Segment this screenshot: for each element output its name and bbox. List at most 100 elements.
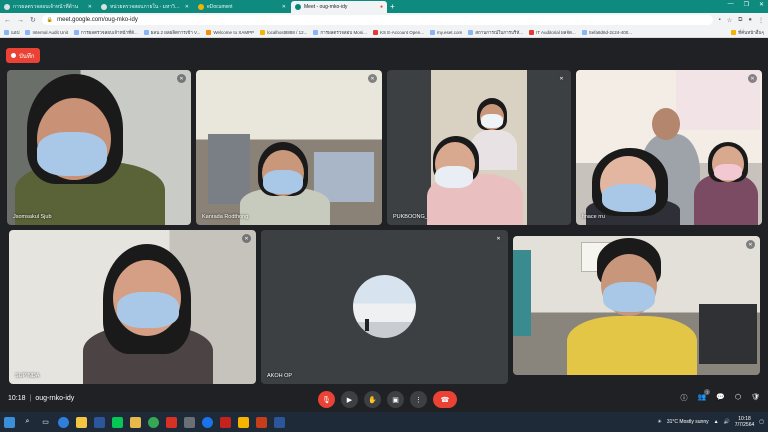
new-tab-icon[interactable]: +	[390, 1, 395, 13]
mic-muted-icon: ✕	[494, 234, 503, 243]
close-icon[interactable]: ●	[380, 4, 383, 10]
folder-icon	[731, 29, 737, 35]
line-icon[interactable]	[112, 416, 123, 428]
meet-stage: บันทึก ✕ Jsomsakul Sjub ✕ Kanrada Rodtho…	[0, 39, 768, 412]
participant-tile[interactable]: ✕ finace rru	[576, 70, 762, 225]
host-controls-icon[interactable]: 🛡	[751, 393, 760, 403]
camera-icon[interactable]: ▪	[719, 17, 721, 23]
app-icon[interactable]	[238, 416, 249, 428]
more-options-icon[interactable]: ⋮	[410, 391, 427, 408]
browser-tab[interactable]: การผลตรวจสอบเจ้าหน้าที่ด้าน ✕	[0, 1, 96, 13]
browser-tab-bar: การผลตรวจสอบเจ้าหน้าที่ด้าน ✕ หน่วยตรวจสอ…	[0, 0, 768, 13]
bookmark-label: KS E-Account Open...	[380, 29, 425, 35]
powerpoint-icon[interactable]	[256, 416, 267, 428]
tab-title: Meet - oug-rnko-idy	[304, 4, 348, 10]
task-view-icon[interactable]: ▭	[40, 417, 51, 428]
maximize-icon[interactable]: ❐	[744, 1, 749, 8]
volume-icon[interactable]: 🔊	[724, 419, 730, 425]
mic-muted-icon: ✕	[746, 240, 755, 249]
bookmark-icon	[373, 29, 378, 35]
notifications-icon[interactable]: ▢	[759, 419, 764, 425]
file-explorer-icon[interactable]	[76, 416, 87, 428]
participant-avatar	[353, 275, 416, 338]
bookmark-item[interactable]: แอป	[4, 29, 19, 36]
windows-start-icon[interactable]	[4, 416, 15, 428]
store-icon[interactable]	[94, 416, 105, 428]
word-icon[interactable]	[274, 416, 285, 428]
chat-icon[interactable]: 💬	[716, 393, 725, 403]
participant-tile[interactable]: ✕ Jsomsakul Sjub	[7, 70, 191, 225]
activities-icon[interactable]: ⬡	[735, 393, 741, 403]
app-icon[interactable]	[220, 416, 231, 428]
browser-tab-active[interactable]: Meet - oug-rnko-idy ●	[291, 1, 387, 13]
participant-tile[interactable]: ✕	[513, 236, 760, 375]
bookmark-item[interactable]: my.eset.com	[430, 29, 462, 35]
bookmark-item[interactable]: การผลตรวจสอบ Moni...	[313, 29, 367, 36]
reload-icon[interactable]: ↻	[30, 16, 36, 24]
bookmarks-bar: แอป Internal Audit Unit การผลตรวจสอบเจ้า…	[0, 27, 768, 38]
tab-favicon-icon	[4, 4, 10, 10]
other-bookmarks[interactable]: ที่คั่นหน้าอื่นๆ	[731, 29, 764, 36]
bookmark-icon	[143, 29, 149, 35]
bookmark-item[interactable]: ผลน 2 ผลผลิตการเข้า V...	[143, 29, 200, 36]
record-button[interactable]: บันทึก	[6, 48, 40, 63]
meeting-code: oug-rnko-idy	[35, 395, 75, 402]
tab-favicon-icon	[101, 4, 107, 10]
app-icon[interactable]	[166, 416, 177, 428]
forward-icon[interactable]: →	[17, 17, 24, 24]
window-close-icon[interactable]: ✕	[759, 1, 764, 8]
present-icon[interactable]: ▣	[387, 391, 404, 408]
mic-off-icon[interactable]: 🎙	[318, 391, 335, 408]
camera-icon[interactable]: ▶	[341, 391, 358, 408]
close-icon[interactable]: ✕	[185, 4, 189, 10]
end-call-icon[interactable]: ☎	[433, 391, 457, 408]
profile-icon[interactable]: ●	[748, 17, 752, 23]
participant-tile[interactable]: ✕ PUKBOONG_	[387, 70, 571, 225]
folder-icon[interactable]	[130, 416, 141, 428]
bookmark-label: การผลตรวจสอบ Moni...	[320, 29, 367, 35]
back-icon[interactable]: ←	[4, 17, 11, 24]
meet-favicon-icon	[295, 4, 301, 10]
bookmark-item[interactable]: IT Auditorial ผลจัด...	[529, 29, 576, 36]
raise-hand-icon[interactable]: ✋	[364, 391, 381, 408]
participant-name: SUPINDA	[15, 373, 40, 379]
participant-video	[7, 70, 191, 225]
bookmark-icon	[468, 29, 474, 35]
bookmark-icon	[25, 29, 31, 35]
mic-muted-icon: ✕	[242, 234, 251, 243]
bookmark-item[interactable]: Internal Audit Unit	[25, 29, 68, 35]
bookmark-item[interactable]: localhost8888 / 12...	[260, 29, 307, 35]
star-icon[interactable]: ☆	[727, 17, 732, 24]
browser-tab[interactable]: eDocument ✕	[194, 1, 290, 13]
bookmark-item[interactable]: Welcome to XAMPP	[206, 29, 254, 35]
edge-icon[interactable]	[58, 416, 69, 428]
bookmark-item[interactable]: Sefa8d6d-2c24-400...	[581, 29, 632, 35]
url-input[interactable]: 🔒 meet.google.com/oug-mko-idy	[41, 15, 713, 25]
close-icon[interactable]: ✕	[88, 4, 92, 10]
taskbar-clock[interactable]: 10:18 7/7/2564	[735, 416, 754, 428]
bookmark-icon	[260, 29, 266, 35]
meeting-time: 10:18	[8, 395, 26, 402]
browser-tab[interactable]: หน่วยตรวจสอบภายใน - มหาวิทยาลัย✕	[97, 1, 193, 13]
bookmark-item[interactable]: สถานการณ์ในการบริหั...	[468, 29, 523, 36]
bookmark-item[interactable]: KS E-Account Open...	[373, 29, 425, 35]
bookmark-item[interactable]: การผลตรวจสอบเจ้าหน้าที่ด้...	[74, 29, 138, 36]
search-icon[interactable]: ⌕	[22, 417, 33, 428]
app-icon[interactable]	[184, 416, 195, 428]
record-icon	[11, 53, 16, 58]
menu-icon[interactable]: ⋮	[758, 17, 764, 24]
minimize-icon[interactable]: —	[728, 1, 734, 8]
extensions-icon[interactable]: ⧉	[738, 17, 742, 24]
close-icon[interactable]: ✕	[282, 4, 286, 10]
people-icon[interactable]: 👥 7	[698, 389, 711, 403]
chrome-icon[interactable]	[148, 416, 159, 428]
participant-name: Jsomsakul Sjub	[13, 214, 52, 220]
edge-icon[interactable]	[202, 416, 213, 428]
network-icon[interactable]: ▲	[714, 419, 719, 425]
system-tray: ☀ 31°C Mostly sunny ▲ 🔊 10:18 7/7/2564 ▢	[657, 416, 764, 428]
participant-tile[interactable]: ✕ SUPINDA	[9, 230, 256, 384]
weather-text[interactable]: 31°C Mostly sunny	[667, 419, 709, 425]
participant-tile[interactable]: ✕ AKOH OP	[261, 230, 508, 384]
info-icon[interactable]: ⓘ	[681, 393, 688, 403]
participant-tile[interactable]: ✕ Kanrada Rodthong	[196, 70, 382, 225]
